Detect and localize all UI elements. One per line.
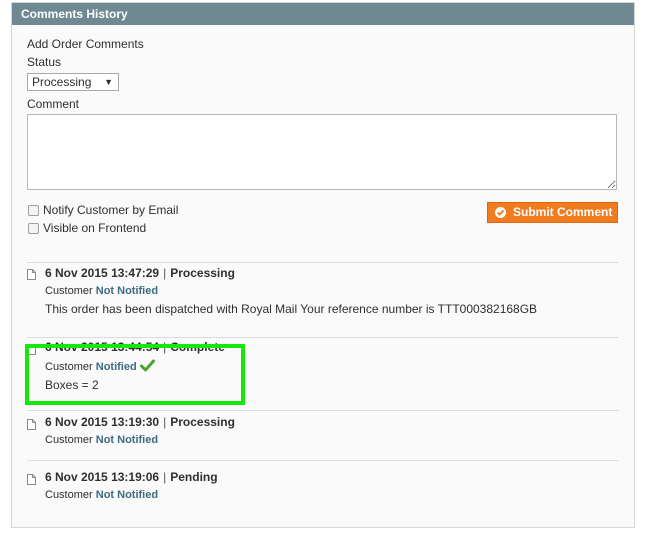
entry-date: 6 Nov 2015 <box>45 266 108 280</box>
divider <box>27 262 619 263</box>
entry-time: 13:19:30 <box>111 415 160 429</box>
status-selected-value: Processing <box>32 75 92 89</box>
document-icon <box>27 419 36 430</box>
notify-customer-label: Notify Customer by Email <box>43 203 179 217</box>
entry-date: 6 Nov 2015 <box>45 470 108 484</box>
customer-label: Customer <box>45 434 93 446</box>
divider <box>27 460 619 461</box>
document-icon <box>27 474 36 485</box>
chevron-down-icon: ▼ <box>104 77 113 87</box>
divider <box>27 410 619 411</box>
entry-status: Processing <box>170 266 235 280</box>
entry-date: 6 Nov 2015 <box>45 415 108 429</box>
submit-comment-label: Submit Comment <box>513 205 613 219</box>
customer-label: Customer <box>45 489 93 501</box>
highlight-box <box>25 344 245 405</box>
entry-status: Pending <box>170 470 218 484</box>
entry-time: 13:47:29 <box>111 266 160 280</box>
visible-frontend-label: Visible on Frontend <box>43 221 147 235</box>
entry-header: 6 Nov 2015 13:19:30 | Processing <box>45 415 235 429</box>
entry-message: This order has been dispatched with Roya… <box>45 302 538 316</box>
visible-frontend-checkbox[interactable] <box>28 223 39 234</box>
notification-status: Not Notified <box>95 489 159 501</box>
ok-circle-icon <box>495 207 506 218</box>
customer-notification: Customer Not Notified <box>45 434 158 446</box>
customer-label: Customer <box>45 285 93 297</box>
entry-header: 6 Nov 2015 13:47:29 | Processing <box>45 266 235 280</box>
comments-history-panel: Comments History Add Order Comments Stat… <box>11 2 635 528</box>
notify-customer-checkbox[interactable] <box>28 205 39 216</box>
panel-title: Comments History <box>12 3 634 25</box>
notification-status: Not Notified <box>95 285 159 297</box>
status-select[interactable]: Processing ▼ <box>27 73 119 91</box>
customer-notification: Customer Not Notified <box>45 489 158 501</box>
status-label: Status <box>27 55 62 69</box>
entry-time: 13:19:06 <box>111 470 160 484</box>
document-icon <box>27 269 36 280</box>
notification-status: Not Notified <box>95 434 159 446</box>
customer-notification: Customer Not Notified <box>45 285 158 297</box>
entry-status: Processing <box>170 415 235 429</box>
entry-header: 6 Nov 2015 13:19:06 | Pending <box>45 470 218 484</box>
submit-comment-button[interactable]: Submit Comment <box>487 202 618 223</box>
comment-textarea[interactable] <box>27 114 617 190</box>
add-comments-heading: Add Order Comments <box>27 37 144 51</box>
comment-label: Comment <box>27 97 80 111</box>
divider <box>27 337 619 338</box>
